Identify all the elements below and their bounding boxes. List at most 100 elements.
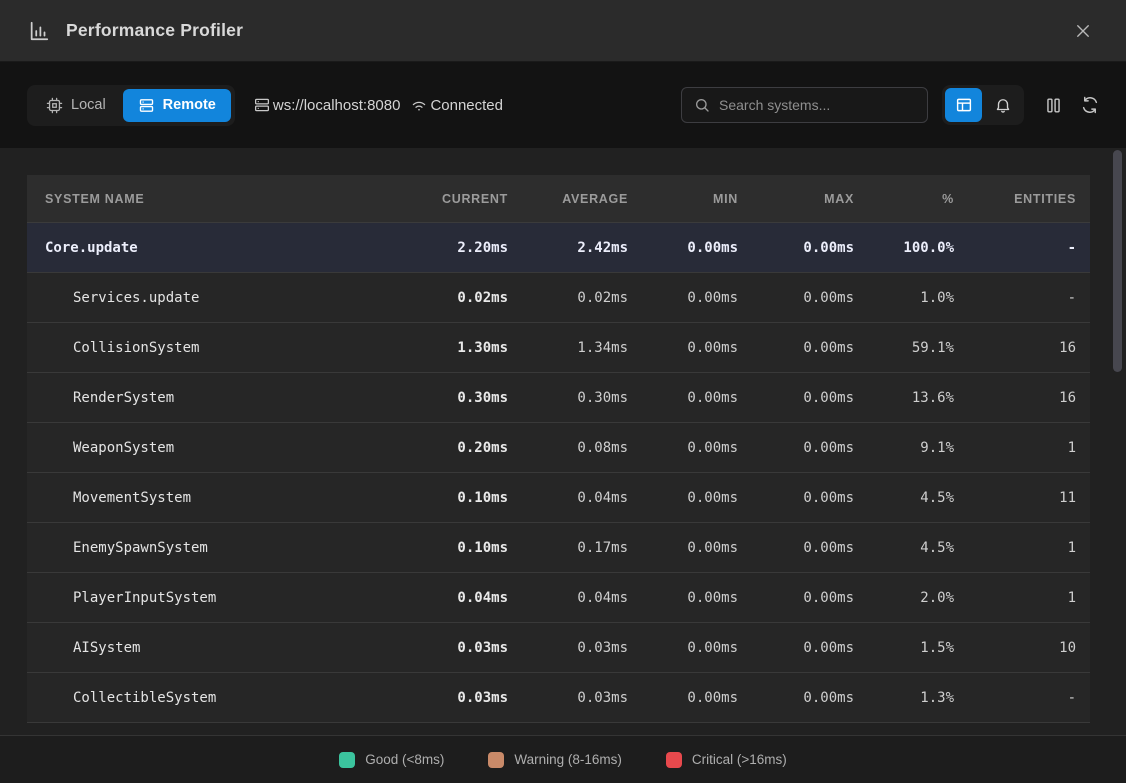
average-cell: 0.04ms xyxy=(522,590,642,606)
current-cell: 1.30ms xyxy=(407,340,522,356)
table-row[interactable]: Services.update 0.02ms 0.02ms 0.00ms 0.0… xyxy=(27,273,1090,323)
entities-cell: 16 xyxy=(968,340,1090,356)
pause-button[interactable] xyxy=(1044,96,1063,115)
table-row[interactable]: PlayerInputSystem 0.04ms 0.04ms 0.00ms 0… xyxy=(27,573,1090,623)
legend-label: Warning (8-16ms) xyxy=(514,752,622,767)
column-header-percent[interactable]: % xyxy=(868,192,968,206)
table-row[interactable]: CollisionSystem 1.30ms 1.34ms 0.00ms 0.0… xyxy=(27,323,1090,373)
table-view-button[interactable] xyxy=(945,88,982,122)
legend-color-swatch xyxy=(488,752,504,768)
local-mode-label: Local xyxy=(71,97,106,113)
current-cell: 0.10ms xyxy=(407,490,522,506)
alerts-button[interactable] xyxy=(984,88,1021,122)
current-cell: 2.20ms xyxy=(407,240,522,256)
min-cell: 0.00ms xyxy=(642,440,752,456)
average-cell: 0.02ms xyxy=(522,290,642,306)
local-mode-button[interactable]: Local xyxy=(31,89,121,122)
current-cell: 0.03ms xyxy=(407,690,522,706)
percent-cell: 1.5% xyxy=(868,640,968,656)
legend-item: Warning (8-16ms) xyxy=(488,752,622,768)
column-header-max[interactable]: MAX xyxy=(752,192,868,206)
search-icon xyxy=(694,97,710,113)
percent-cell: 2.0% xyxy=(868,590,968,606)
toolbar: Local Remote xyxy=(0,62,1126,148)
current-cell: 0.10ms xyxy=(407,540,522,556)
system-table-body: Core.update 2.20ms 2.42ms 0.00ms 0.00ms … xyxy=(27,223,1090,723)
entities-cell: 1 xyxy=(968,440,1090,456)
max-cell: 0.00ms xyxy=(752,390,868,406)
max-cell: 0.00ms xyxy=(752,340,868,356)
system-name-cell: CollisionSystem xyxy=(27,340,407,356)
connection-mode-group: Local Remote xyxy=(27,85,235,126)
percent-cell: 100.0% xyxy=(868,240,968,256)
max-cell: 0.00ms xyxy=(752,540,868,556)
table-row[interactable]: AISystem 0.03ms 0.03ms 0.00ms 0.00ms 1.5… xyxy=(27,623,1090,673)
average-cell: 0.04ms xyxy=(522,490,642,506)
entities-cell: - xyxy=(968,240,1090,256)
close-icon xyxy=(1074,22,1092,40)
cpu-icon xyxy=(46,97,63,114)
min-cell: 0.00ms xyxy=(642,490,752,506)
content-area: SYSTEM NAME CURRENT AVERAGE MIN MAX % EN… xyxy=(0,148,1126,735)
system-name-cell: MovementSystem xyxy=(27,490,407,506)
entities-cell: 11 xyxy=(968,490,1090,506)
system-name-cell: WeaponSystem xyxy=(27,440,407,456)
min-cell: 0.00ms xyxy=(642,690,752,706)
table-row[interactable]: Core.update 2.20ms 2.42ms 0.00ms 0.00ms … xyxy=(27,223,1090,273)
average-cell: 0.03ms xyxy=(522,690,642,706)
close-button[interactable] xyxy=(1068,16,1098,46)
max-cell: 0.00ms xyxy=(752,590,868,606)
system-name-cell: Core.update xyxy=(27,240,407,256)
entities-cell: 10 xyxy=(968,640,1090,656)
column-header-entities[interactable]: ENTITIES xyxy=(968,192,1090,206)
system-name-cell: CollectibleSystem xyxy=(27,690,407,706)
table-row[interactable]: EnemySpawnSystem 0.10ms 0.17ms 0.00ms 0.… xyxy=(27,523,1090,573)
remote-mode-label: Remote xyxy=(163,97,216,113)
performance-profiler-window: Performance Profiler Local xyxy=(0,0,1126,783)
pause-icon xyxy=(1044,96,1063,115)
min-cell: 0.00ms xyxy=(642,390,752,406)
legend-footer: Good (<8ms) Warning (8-16ms) Critical (>… xyxy=(0,735,1126,783)
percent-cell: 4.5% xyxy=(868,540,968,556)
percent-cell: 4.5% xyxy=(868,490,968,506)
max-cell: 0.00ms xyxy=(752,640,868,656)
current-cell: 0.04ms xyxy=(407,590,522,606)
column-header-average[interactable]: AVERAGE xyxy=(522,192,642,206)
search-input[interactable] xyxy=(719,97,915,113)
remote-mode-button[interactable]: Remote xyxy=(123,89,231,122)
percent-cell: 1.0% xyxy=(868,290,968,306)
average-cell: 0.03ms xyxy=(522,640,642,656)
column-header-system-name[interactable]: SYSTEM NAME xyxy=(27,192,407,206)
entities-cell: - xyxy=(968,690,1090,706)
refresh-button[interactable] xyxy=(1081,96,1099,114)
average-cell: 0.17ms xyxy=(522,540,642,556)
table-row[interactable]: MovementSystem 0.10ms 0.04ms 0.00ms 0.00… xyxy=(27,473,1090,523)
table-row[interactable]: WeaponSystem 0.20ms 0.08ms 0.00ms 0.00ms… xyxy=(27,423,1090,473)
table-row[interactable]: CollectibleSystem 0.03ms 0.03ms 0.00ms 0… xyxy=(27,673,1090,723)
min-cell: 0.00ms xyxy=(642,540,752,556)
server-icon xyxy=(253,96,271,114)
percent-cell: 1.3% xyxy=(868,690,968,706)
column-header-current[interactable]: CURRENT xyxy=(407,192,522,206)
titlebar: Performance Profiler xyxy=(0,0,1126,62)
table-row[interactable]: RenderSystem 0.30ms 0.30ms 0.00ms 0.00ms… xyxy=(27,373,1090,423)
vertical-scrollbar-thumb[interactable] xyxy=(1113,150,1122,372)
system-name-cell: Services.update xyxy=(27,290,407,306)
entities-cell: 1 xyxy=(968,590,1090,606)
column-header-min[interactable]: MIN xyxy=(642,192,752,206)
max-cell: 0.00ms xyxy=(752,290,868,306)
max-cell: 0.00ms xyxy=(752,240,868,256)
bell-icon xyxy=(994,96,1012,114)
legend-label: Critical (>16ms) xyxy=(692,752,787,767)
average-cell: 0.08ms xyxy=(522,440,642,456)
entities-cell: - xyxy=(968,290,1090,306)
system-name-cell: EnemySpawnSystem xyxy=(27,540,407,556)
current-cell: 0.30ms xyxy=(407,390,522,406)
percent-cell: 9.1% xyxy=(868,440,968,456)
current-cell: 0.02ms xyxy=(407,290,522,306)
legend-label: Good (<8ms) xyxy=(365,752,444,767)
server-icon xyxy=(138,97,155,114)
entities-cell: 1 xyxy=(968,540,1090,556)
refresh-icon xyxy=(1081,96,1099,114)
table-icon xyxy=(955,96,973,114)
